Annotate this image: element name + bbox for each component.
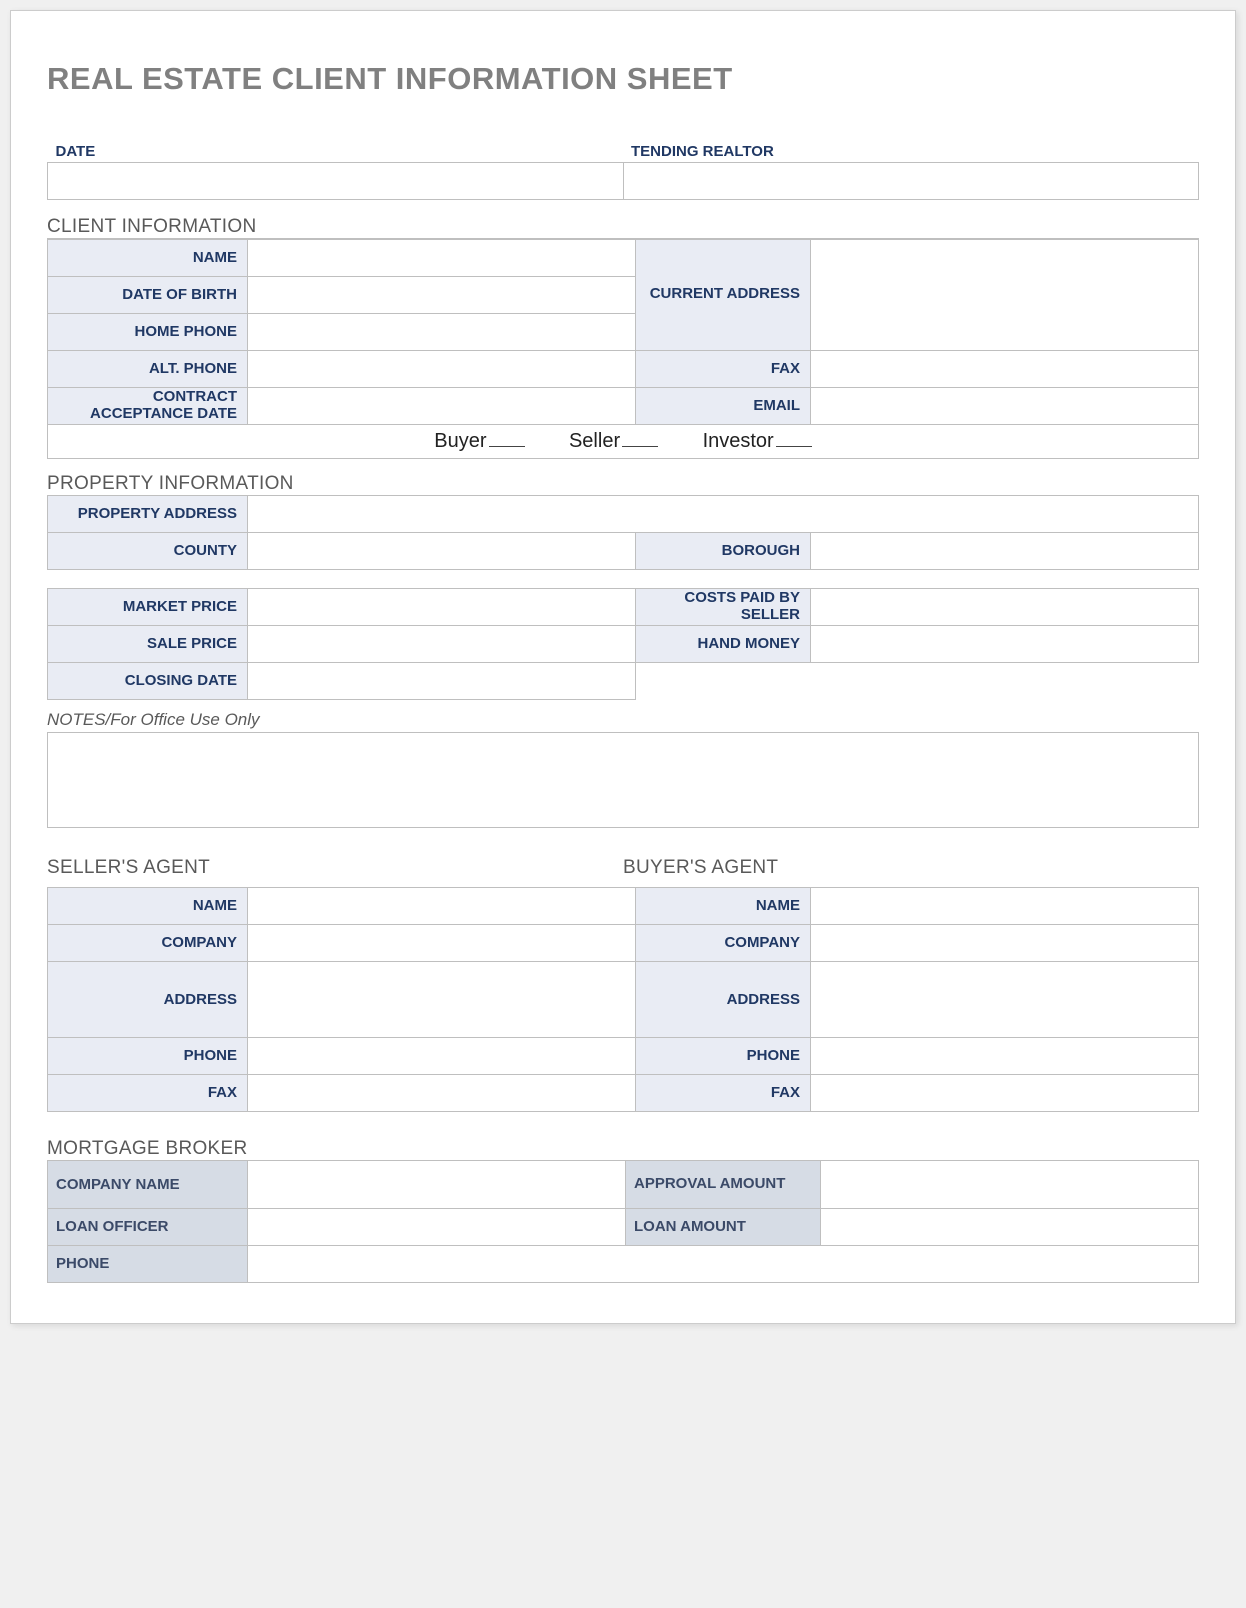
role-seller-blank[interactable] <box>622 446 658 447</box>
client-homephone-label: HOME PHONE <box>48 313 248 350</box>
client-table: NAME CURRENT ADDRESS DATE OF BIRTH HOME … <box>47 239 1199 459</box>
market-price-input[interactable] <box>248 588 636 625</box>
property-section-title: PROPERTY INFORMATION <box>47 473 1199 495</box>
broker-officer-label: LOAN OFFICER <box>48 1208 248 1245</box>
broker-phone-input[interactable] <box>248 1245 1199 1282</box>
buyer-phone-input[interactable] <box>811 1037 1199 1074</box>
agents-table: NAME NAME COMPANY COMPANY ADDRESS ADDRES… <box>47 887 1199 1112</box>
seller-phone-label: PHONE <box>48 1037 248 1074</box>
client-fax-label: FAX <box>636 350 811 387</box>
client-contract-date-label: CONTRACT ACCEPTANCE DATE <box>48 387 248 424</box>
realtor-input[interactable] <box>623 162 1199 199</box>
client-name-label: NAME <box>48 239 248 276</box>
seller-fax-label: FAX <box>48 1074 248 1111</box>
market-price-label: MARKET PRICE <box>48 588 248 625</box>
buyer-name-label: NAME <box>636 887 811 924</box>
form-page: REAL ESTATE CLIENT INFORMATION SHEET DAT… <box>10 10 1236 1324</box>
hand-money-label: HAND MONEY <box>636 625 811 662</box>
role-seller-label: Seller <box>569 430 620 452</box>
seller-fax-input[interactable] <box>248 1074 636 1111</box>
seller-company-input[interactable] <box>248 924 636 961</box>
property-borough-input[interactable] <box>811 532 1199 569</box>
buyer-company-label: COMPANY <box>636 924 811 961</box>
broker-section-title: MORTGAGE BROKER <box>47 1138 1199 1160</box>
broker-loan-amount-label: LOAN AMOUNT <box>626 1208 821 1245</box>
client-email-input[interactable] <box>811 387 1199 424</box>
property-address-input[interactable] <box>248 495 1199 532</box>
client-dob-input[interactable] <box>248 276 636 313</box>
costs-paid-label: COSTS PAID BY SELLER <box>636 588 811 625</box>
broker-table: COMPANY NAME APPROVAL AMOUNT LOAN OFFICE… <box>47 1160 1199 1283</box>
notes-input[interactable] <box>47 732 1199 828</box>
client-contract-date-input[interactable] <box>248 387 636 424</box>
buyer-fax-input[interactable] <box>811 1074 1199 1111</box>
role-investor-label: Investor <box>703 430 774 452</box>
buyers-agent-title: BUYER'S AGENT <box>623 850 1199 887</box>
hand-money-input[interactable] <box>811 625 1199 662</box>
client-current-address-input[interactable] <box>811 239 1199 350</box>
client-section-title: CLIENT INFORMATION <box>47 216 1199 239</box>
closing-date-input[interactable] <box>248 662 636 699</box>
client-altphone-label: ALT. PHONE <box>48 350 248 387</box>
seller-company-label: COMPANY <box>48 924 248 961</box>
client-homephone-input[interactable] <box>248 313 636 350</box>
client-altphone-input[interactable] <box>248 350 636 387</box>
broker-company-input[interactable] <box>248 1160 626 1208</box>
client-current-address-label: CURRENT ADDRESS <box>636 239 811 350</box>
seller-address-input[interactable] <box>248 961 636 1037</box>
agents-header-table: SELLER'S AGENT BUYER'S AGENT <box>47 850 1199 887</box>
property-county-input[interactable] <box>248 532 636 569</box>
sale-price-label: SALE PRICE <box>48 625 248 662</box>
broker-company-label: COMPANY NAME <box>48 1160 248 1208</box>
buyer-phone-label: PHONE <box>636 1037 811 1074</box>
notes-header: NOTES/For Office Use Only <box>47 706 1199 732</box>
closing-date-label: CLOSING DATE <box>48 662 248 699</box>
seller-name-input[interactable] <box>248 887 636 924</box>
client-role-row[interactable]: Buyer Seller Investor <box>48 424 1199 458</box>
buyer-address-label: ADDRESS <box>636 961 811 1037</box>
broker-approval-input[interactable] <box>821 1160 1199 1208</box>
realtor-header: TENDING REALTOR <box>623 125 1199 162</box>
sellers-agent-title: SELLER'S AGENT <box>47 850 623 887</box>
seller-address-label: ADDRESS <box>48 961 248 1037</box>
broker-loan-amount-input[interactable] <box>821 1208 1199 1245</box>
broker-approval-label: APPROVAL AMOUNT <box>626 1160 821 1208</box>
page-title: REAL ESTATE CLIENT INFORMATION SHEET <box>47 61 1199 97</box>
client-email-label: EMAIL <box>636 387 811 424</box>
top-table: DATE TENDING REALTOR <box>47 125 1199 200</box>
role-buyer-blank[interactable] <box>489 446 525 447</box>
property-borough-label: BOROUGH <box>636 532 811 569</box>
property-table-2: MARKET PRICE COSTS PAID BY SELLER SALE P… <box>47 588 1199 700</box>
seller-name-label: NAME <box>48 887 248 924</box>
broker-phone-label: PHONE <box>48 1245 248 1282</box>
client-fax-input[interactable] <box>811 350 1199 387</box>
buyer-address-input[interactable] <box>811 961 1199 1037</box>
role-buyer-label: Buyer <box>434 430 486 452</box>
role-investor-blank[interactable] <box>776 446 812 447</box>
sale-price-input[interactable] <box>248 625 636 662</box>
property-address-label: PROPERTY ADDRESS <box>48 495 248 532</box>
broker-officer-input[interactable] <box>248 1208 626 1245</box>
client-name-input[interactable] <box>248 239 636 276</box>
buyer-name-input[interactable] <box>811 887 1199 924</box>
property-table-1: PROPERTY ADDRESS COUNTY BOROUGH <box>47 495 1199 570</box>
buyer-company-input[interactable] <box>811 924 1199 961</box>
date-header: DATE <box>48 125 624 162</box>
client-dob-label: DATE OF BIRTH <box>48 276 248 313</box>
buyer-fax-label: FAX <box>636 1074 811 1111</box>
date-input[interactable] <box>48 162 624 199</box>
property-county-label: COUNTY <box>48 532 248 569</box>
costs-paid-input[interactable] <box>811 588 1199 625</box>
seller-phone-input[interactable] <box>248 1037 636 1074</box>
